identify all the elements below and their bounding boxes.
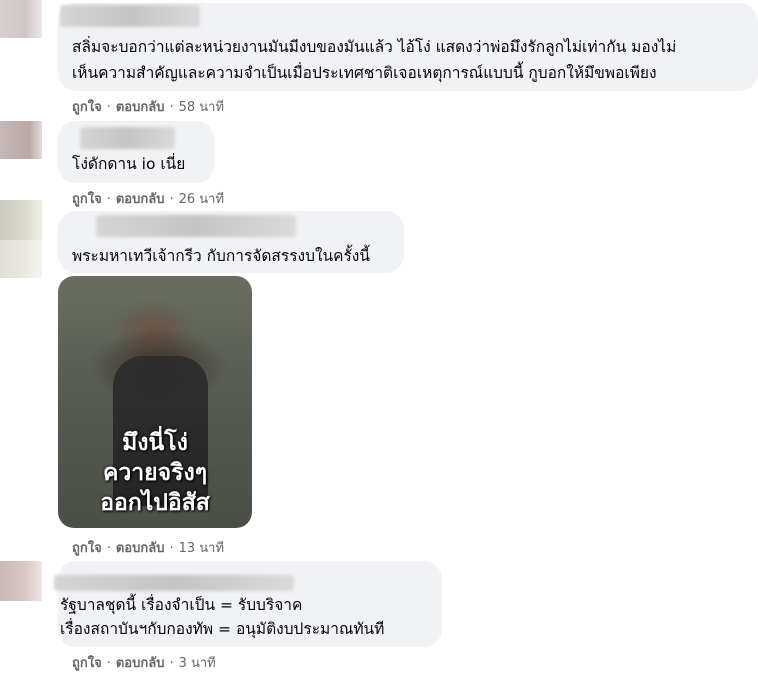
image-caption-line: ออกไปอิสัส — [100, 490, 210, 516]
commenter-name-redacted[interactable] — [60, 5, 200, 27]
avatar[interactable] — [0, 0, 42, 38]
comment-actions: ถูกใจ · ตอบกลับ · 26 นาที — [72, 192, 225, 207]
comment-time[interactable]: 26 นาที — [179, 192, 224, 207]
reply-button[interactable]: ตอบกลับ — [116, 100, 165, 115]
reply-button[interactable]: ตอบกลับ — [116, 192, 165, 207]
comment-text-line: พระมหาเทวีเจ้ากรีว กับการจัดสรรงบในครั้ง… — [72, 247, 370, 265]
like-button[interactable]: ถูกใจ — [72, 100, 102, 115]
avatar[interactable] — [0, 200, 42, 240]
reply-button[interactable]: ตอบกลับ — [116, 541, 165, 556]
like-button[interactable]: ถูกใจ — [72, 541, 102, 556]
avatar[interactable] — [0, 561, 42, 601]
comment-text-line: สลิ่มจะบอกว่าแต่ละหน่วยงานมันมีงบของมันแ… — [72, 38, 677, 56]
comment-image[interactable]: มึงนี่โง่ ควายจริงๆ ออกไปอิสัส — [58, 276, 252, 528]
comment-text-line: เห็นความสำคัญและความจำเป็นเมื่อประเทศชาต… — [72, 64, 657, 82]
image-caption-line: มึงนี่โง่ — [122, 430, 188, 456]
comment-text-line: เรื่องสถาบันฯกับกองทัพ = อนุมัติงบประมาณ… — [60, 620, 385, 638]
commenter-name-redacted[interactable] — [80, 127, 175, 149]
image-caption-line: ควายจริงๆ — [102, 460, 208, 486]
comment-time[interactable]: 13 นาที — [179, 541, 224, 556]
commenter-name-redacted[interactable] — [54, 575, 294, 591]
comment-text-line: รัฐบาลชุดนี้ เรื่องจำเป็น = รับบริจาค — [60, 596, 303, 614]
avatar[interactable] — [0, 121, 42, 159]
like-button[interactable]: ถูกใจ — [72, 192, 102, 207]
avatar — [0, 240, 42, 278]
commenter-name-redacted[interactable] — [96, 215, 296, 237]
comment-actions: ถูกใจ · ตอบกลับ · 13 นาที — [72, 541, 225, 556]
comment-actions: ถูกใจ · ตอบกลับ · 3 นาที — [72, 656, 216, 671]
comment-time[interactable]: 58 นาที — [179, 100, 224, 115]
comment-text-line: โง่ดักดาน io เนี่ย — [72, 155, 186, 173]
comment-actions: ถูกใจ · ตอบกลับ · 58 นาที — [72, 100, 225, 115]
